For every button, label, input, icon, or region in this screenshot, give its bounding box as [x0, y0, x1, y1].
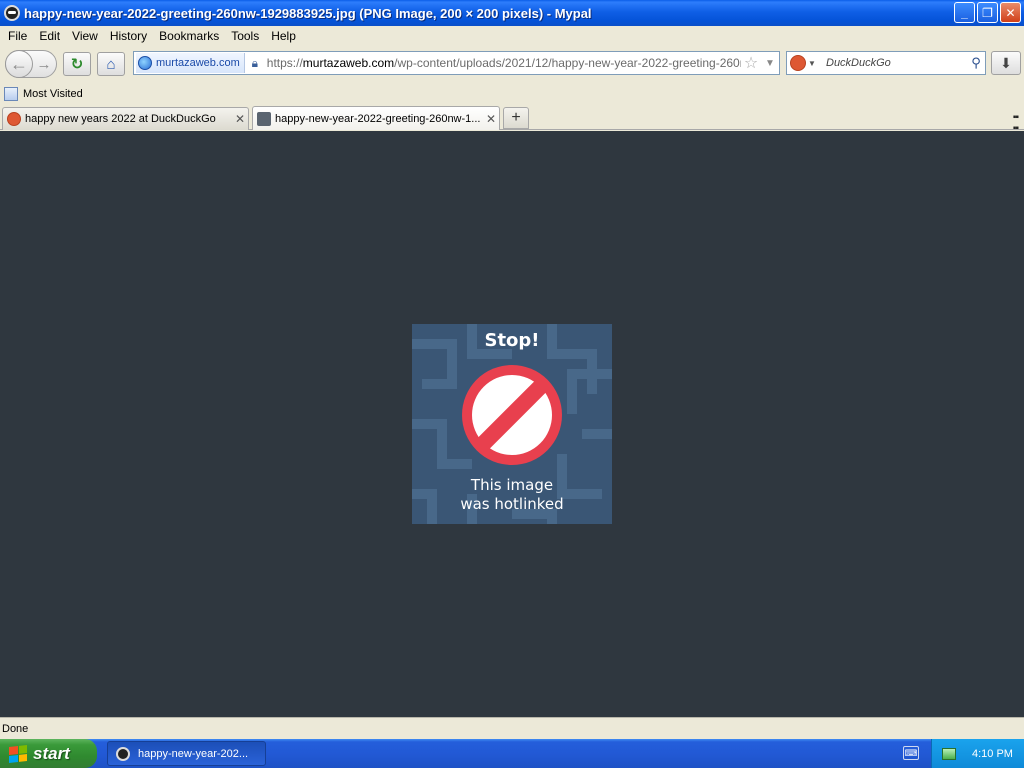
close-tab-icon[interactable]: ✕: [232, 112, 248, 126]
site-favicon-icon: [138, 56, 152, 70]
menu-help[interactable]: Help: [265, 29, 302, 43]
back-button[interactable]: ←: [5, 50, 33, 78]
start-label: start: [33, 743, 70, 763]
engine-dropdown-icon[interactable]: ▼: [808, 59, 818, 68]
url-bar[interactable]: murtazaweb.com 🔒︎ https://murtazaweb.com…: [133, 51, 780, 75]
caption-line-1: This image: [470, 476, 554, 494]
hotlink-image[interactable]: Stop! This image was hotlinked: [412, 324, 612, 524]
menu-view[interactable]: View: [66, 29, 104, 43]
forward-button[interactable]: →: [33, 56, 55, 73]
search-icon[interactable]: ⚲: [967, 55, 985, 71]
downloads-button[interactable]: ⬇: [991, 51, 1021, 75]
site-identity-label: murtazaweb.com: [156, 57, 240, 69]
search-input[interactable]: DuckDuckGo: [818, 57, 967, 69]
stop-heading: Stop!: [484, 330, 540, 351]
duckduckgo-icon: [7, 112, 21, 126]
most-visited-folder-icon: [4, 87, 18, 101]
menu-tools[interactable]: Tools: [225, 29, 265, 43]
back-arrow-icon: ←: [10, 53, 28, 74]
system-tray: 4:10 PM: [931, 739, 1024, 768]
menu-bookmarks[interactable]: Bookmarks: [153, 29, 225, 43]
url-text[interactable]: https://murtazaweb.com/wp-content/upload…: [263, 56, 741, 70]
site-identity-button[interactable]: murtazaweb.com: [136, 53, 245, 73]
lock-icon[interactable]: 🔒︎: [247, 53, 263, 73]
page-content: Stop! This image was hotlinked: [0, 131, 1024, 717]
reload-button[interactable]: ↻: [63, 52, 91, 76]
maximize-button[interactable]: ❐: [977, 2, 998, 23]
tab-label: happy new years 2022 at DuckDuckGo: [25, 113, 216, 125]
hotlink-caption: This image was hotlinked: [412, 476, 612, 514]
url-domain: murtazaweb.com: [302, 56, 395, 70]
bookmark-star-icon[interactable]: ☆: [741, 53, 761, 73]
prohibition-sign-icon: [462, 365, 562, 465]
status-bar: Done: [0, 717, 1024, 739]
title-bar: happy-new-year-2022-greeting-260nw-19298…: [0, 0, 1024, 26]
tab-label: happy-new-year-2022-greeting-260nw-1...: [275, 112, 481, 125]
download-arrow-icon: ⬇: [1000, 54, 1012, 71]
taskbar: start happy-new-year-202... ⌨ 4:10 PM: [0, 739, 1024, 768]
bookmarks-toolbar: Most Visited: [0, 84, 1024, 104]
navigation-toolbar: ← → ↻ ⌂ murtazaweb.com 🔒︎ https://murtaz…: [0, 46, 1024, 82]
menu-file[interactable]: File: [2, 29, 33, 43]
reload-icon: ↻: [70, 56, 84, 73]
clock[interactable]: 4:10 PM: [972, 748, 1013, 760]
menu-edit[interactable]: Edit: [33, 29, 66, 43]
taskbar-item-label: happy-new-year-202...: [138, 747, 249, 760]
close-button[interactable]: ✕: [1000, 2, 1021, 23]
minimize-button[interactable]: _: [954, 2, 975, 23]
duckduckgo-icon[interactable]: [790, 55, 806, 71]
taskbar-item-mypal[interactable]: happy-new-year-202...: [107, 741, 266, 766]
close-tab-icon[interactable]: ✕: [483, 112, 499, 126]
tab-image[interactable]: happy-new-year-2022-greeting-260nw-1... …: [252, 106, 500, 130]
tab-strip: happy new years 2022 at DuckDuckGo ✕ hap…: [0, 105, 1024, 134]
image-icon: [257, 111, 271, 126]
start-button[interactable]: start: [0, 739, 97, 768]
url-dropdown-icon[interactable]: ▼: [761, 58, 779, 69]
keyboard-icon[interactable]: ⌨: [903, 746, 919, 760]
tab-duckduckgo[interactable]: happy new years 2022 at DuckDuckGo ✕: [2, 107, 249, 130]
windows-logo-icon: [9, 744, 27, 763]
caption-line-2: was hotlinked: [460, 495, 564, 513]
url-path: /wp-content/uploads/2021/12/happy-new-ye…: [394, 56, 741, 70]
back-forward-group: ← →: [5, 50, 57, 78]
forward-arrow-icon: →: [36, 55, 52, 73]
url-prefix: https://: [266, 56, 303, 70]
mypal-app-icon: [116, 746, 130, 761]
bookmark-most-visited[interactable]: Most Visited: [23, 88, 83, 100]
menu-history[interactable]: History: [104, 29, 153, 43]
status-text: Done: [2, 722, 29, 735]
search-bar[interactable]: ▼ DuckDuckGo ⚲: [786, 51, 986, 75]
menu-bar: File Edit View History Bookmarks Tools H…: [0, 26, 1024, 46]
window-title: happy-new-year-2022-greeting-260nw-19298…: [24, 5, 592, 21]
home-icon: ⌂: [106, 55, 116, 73]
network-icon[interactable]: [942, 747, 956, 760]
mypal-app-icon: [4, 5, 20, 21]
home-button[interactable]: ⌂: [97, 52, 125, 76]
new-tab-button[interactable]: +: [503, 107, 529, 129]
plus-icon: +: [511, 109, 521, 126]
